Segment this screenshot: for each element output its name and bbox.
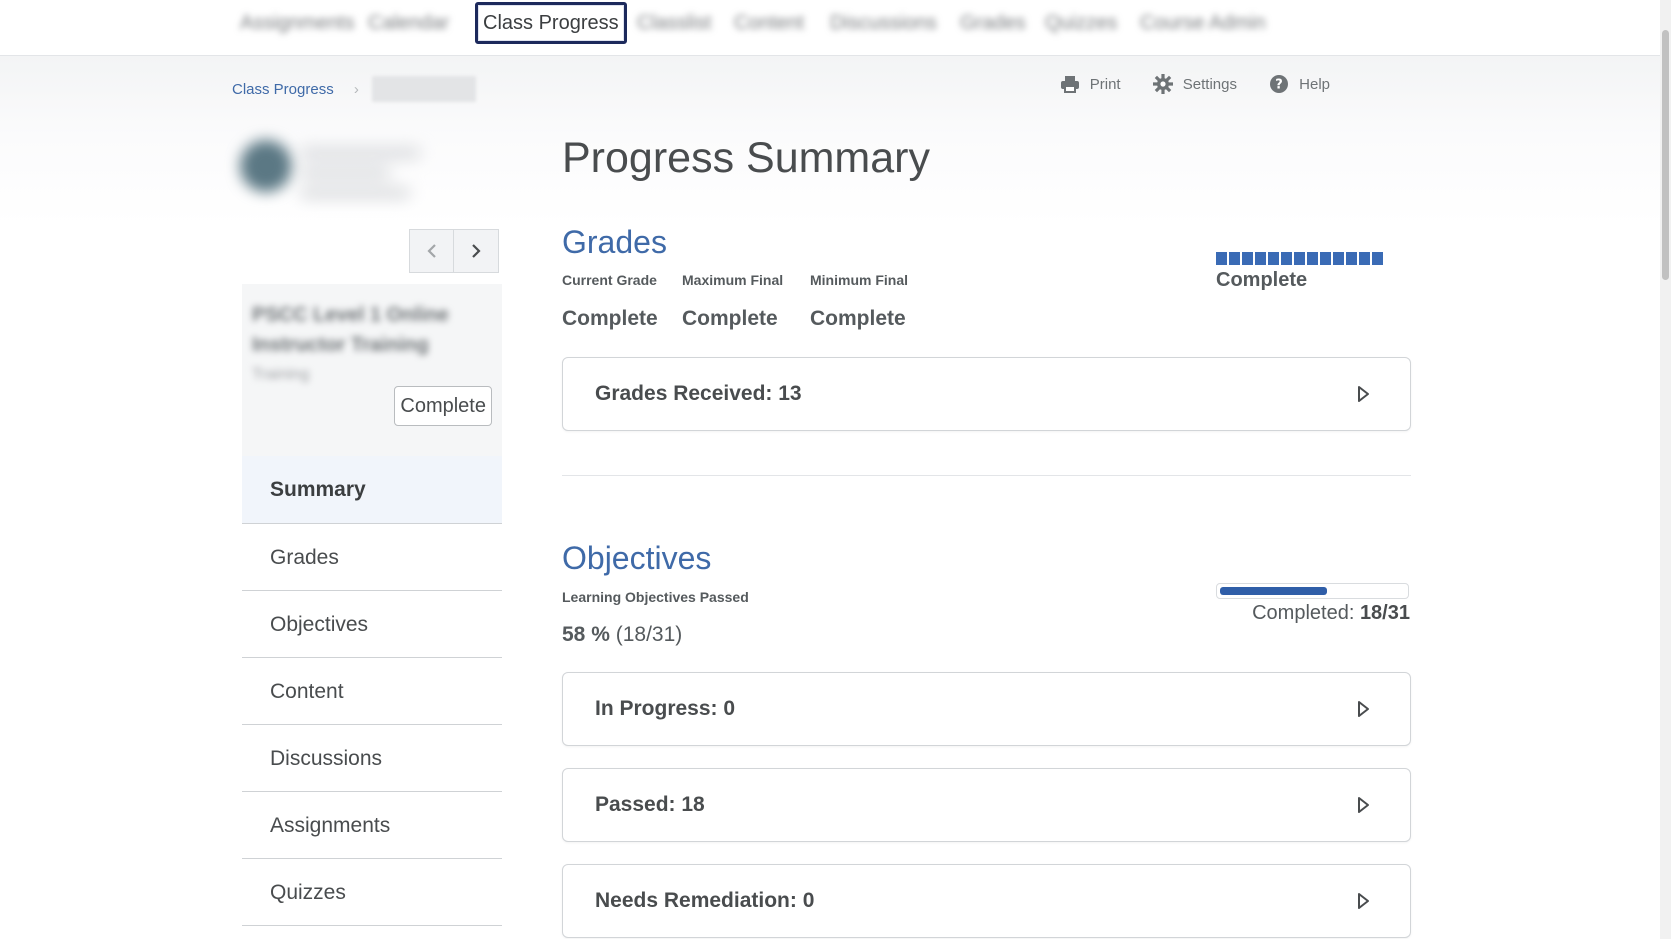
scrollbar-thumb[interactable] — [1662, 30, 1669, 280]
nav-item-course-admin[interactable]: Course Admin — [1140, 9, 1266, 37]
sidebar-item-summary[interactable]: Summary — [242, 456, 502, 524]
breadcrumb-link-class-progress[interactable]: Class Progress — [232, 81, 334, 98]
objectives-progress-caption: Completed: 18/31 — [1252, 602, 1410, 625]
user-profile-blurred — [240, 128, 440, 218]
course-name-line2: Instructor Training — [252, 334, 429, 356]
nav-item-classlist[interactable]: Classlist — [637, 9, 711, 37]
user-pager — [409, 229, 502, 273]
minimum-final-value: Complete — [810, 307, 906, 330]
caret-right-icon — [1358, 386, 1369, 402]
help-icon: ? — [1270, 75, 1289, 93]
sidebar-item-assignments[interactable]: Assignments — [242, 792, 502, 859]
grade-block — [1307, 252, 1318, 265]
print-button[interactable]: Print — [1060, 70, 1121, 98]
course-name-blurred: PSCC Level 1 Online Instructor Training … — [252, 300, 449, 390]
page-content: Class Progress › Print Settings ? Help P… — [0, 56, 1660, 939]
grade-block — [1346, 252, 1357, 265]
chevron-left-icon — [426, 244, 436, 258]
maximum-final-label: Maximum Final — [682, 272, 784, 288]
toolbar: Print Settings ? Help — [1032, 70, 1330, 98]
breadcrumb-current-blurred — [372, 76, 477, 102]
nav-item-calendar[interactable]: Calendar — [368, 9, 449, 37]
grades-block-indicator — [1216, 252, 1383, 265]
nav-item-discussions[interactable]: Discussions — [830, 9, 937, 37]
caret-right-icon — [1358, 893, 1369, 909]
course-status-badge: Complete — [394, 386, 492, 426]
previous-user-button[interactable] — [409, 229, 454, 273]
nav-item-content[interactable]: Content — [734, 9, 804, 37]
sidebar-menu: Summary Grades Objectives Content Discus… — [242, 456, 502, 926]
grade-block — [1242, 252, 1253, 265]
course-card: PSCC Level 1 Online Instructor Training … — [242, 284, 502, 456]
nav-item-assignments[interactable]: Assignments — [240, 9, 355, 37]
objectives-passed-label: Learning Objectives Passed — [562, 589, 749, 605]
next-user-button[interactable] — [454, 229, 499, 273]
settings-button[interactable]: Settings — [1152, 70, 1237, 98]
current-grade-value: Complete — [562, 307, 658, 330]
grades-received-accordion[interactable]: Grades Received: 13 — [562, 357, 1411, 431]
nav-item-quizzes[interactable]: Quizzes — [1045, 9, 1117, 37]
objectives-fraction: (18/31) — [615, 623, 683, 646]
objectives-percent-value: 58 % — [562, 623, 610, 646]
top-navigation: Assignments Calendar Class Progress Clas… — [0, 0, 1660, 56]
objectives-progress-fill — [1220, 587, 1327, 595]
grade-block — [1372, 252, 1383, 265]
current-grade-label: Current Grade — [562, 272, 657, 288]
chevron-right-icon — [472, 244, 481, 258]
passed-label: Passed: 18 — [595, 793, 705, 816]
sidebar-item-quizzes[interactable]: Quizzes — [242, 859, 502, 926]
gear-icon — [1152, 74, 1173, 94]
section-divider — [562, 475, 1411, 476]
needs-remediation-label: Needs Remediation: 0 — [595, 889, 815, 912]
grade-block — [1268, 252, 1279, 265]
nav-item-class-progress[interactable]: Class Progress — [475, 2, 627, 44]
svg-text:?: ? — [1275, 78, 1283, 93]
grade-block — [1359, 252, 1370, 265]
course-name-line1: PSCC Level 1 Online — [252, 304, 449, 326]
sidebar-item-grades[interactable]: Grades — [242, 524, 502, 591]
maximum-final-value: Complete — [682, 307, 778, 330]
sidebar-item-content[interactable]: Content — [242, 658, 502, 725]
completed-value: 18/31 — [1359, 602, 1410, 624]
breadcrumb-separator-icon: › — [353, 80, 359, 98]
page-scrollbar[interactable] — [1660, 0, 1671, 939]
in-progress-accordion[interactable]: In Progress: 0 — [562, 672, 1411, 746]
sidebar-item-objectives[interactable]: Objectives — [242, 591, 502, 658]
grade-block — [1281, 252, 1292, 265]
grade-block — [1294, 252, 1305, 265]
objectives-progress-bar — [1216, 583, 1409, 599]
caret-right-icon — [1358, 701, 1369, 717]
minimum-final-label: Minimum Final — [810, 272, 908, 288]
completed-label: Completed: — [1252, 602, 1355, 624]
grades-indicator-caption: Complete — [1216, 269, 1308, 291]
page-title: Progress Summary — [562, 134, 930, 182]
objectives-percent: 58 % (18/31) — [562, 623, 682, 647]
printer-icon — [1060, 76, 1079, 93]
grade-block — [1216, 252, 1227, 265]
grades-received-label: Grades Received: 13 — [595, 382, 802, 405]
avatar — [240, 140, 292, 192]
grades-section-title[interactable]: Grades — [562, 224, 667, 261]
grade-block — [1320, 252, 1331, 265]
print-label: Print — [1089, 75, 1121, 93]
grade-block — [1229, 252, 1240, 265]
breadcrumb: Class Progress › — [232, 76, 477, 104]
help-button[interactable]: ? Help — [1269, 70, 1330, 98]
objectives-section-title[interactable]: Objectives — [562, 540, 711, 577]
grade-block — [1333, 252, 1344, 265]
passed-accordion[interactable]: Passed: 18 — [562, 768, 1411, 842]
nav-item-grades[interactable]: Grades — [960, 9, 1026, 37]
needs-remediation-accordion[interactable]: Needs Remediation: 0 — [562, 864, 1411, 938]
caret-right-icon — [1358, 797, 1369, 813]
in-progress-label: In Progress: 0 — [595, 697, 736, 720]
grade-block — [1255, 252, 1266, 265]
help-label: Help — [1299, 75, 1330, 93]
settings-label: Settings — [1182, 75, 1237, 93]
sidebar-item-discussions[interactable]: Discussions — [242, 725, 502, 792]
